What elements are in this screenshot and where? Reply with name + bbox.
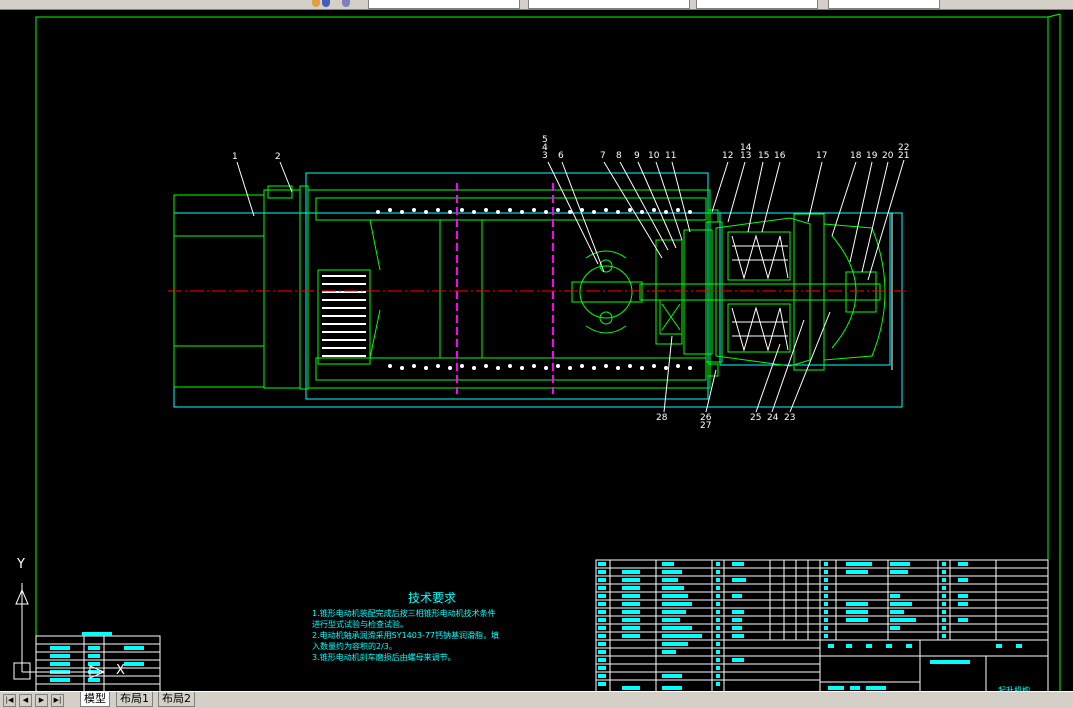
lineweight-dropdown[interactable]	[828, 0, 940, 9]
part-label: 6	[558, 151, 564, 161]
drum-body	[307, 189, 711, 389]
part-label: 1	[232, 152, 238, 162]
part-label: 12	[722, 151, 734, 161]
part-label: 11	[665, 151, 677, 161]
tech-requirement-line: 1.锥形电动机装配完成后按三相锥形电动机技术条件	[312, 609, 496, 618]
ucs-y-label: Y	[17, 557, 25, 572]
coupling	[571, 250, 643, 334]
part-label: 15	[758, 151, 770, 161]
section-planes	[456, 183, 554, 394]
part-label: 20	[882, 151, 894, 161]
linetype-dropdown[interactable]	[696, 0, 818, 9]
toolbar-icon[interactable]	[342, 0, 350, 7]
part-label: 9	[634, 151, 640, 161]
part-label: 17	[816, 151, 828, 161]
tech-requirement-line: 进行型式试验与检查试验。	[312, 620, 408, 629]
color-dropdown[interactable]	[528, 0, 690, 9]
tab-layout1[interactable]: 布局1	[116, 692, 153, 707]
drawing-canvas[interactable]: 1 2 5 4 3 6 7 8 9 10 11 12 14 13 15 16 1…	[0, 9, 1073, 695]
toolbar-icon[interactable]	[312, 0, 320, 7]
technical-requirements: 技术要求 1.锥形电动机装配完成后按三相锥形电动机技术条件 进行型式试验与检查试…	[312, 589, 552, 663]
part-label: 7	[600, 151, 606, 161]
part-label: 18	[850, 151, 862, 161]
tech-requirement-line: 2.电动机轴承润滑采用SY1403-77钙钠基润滑脂，填	[312, 631, 500, 640]
part-label: 16	[774, 151, 786, 161]
tech-requirements-title: 技术要求	[407, 591, 456, 605]
rope-grooves	[376, 208, 692, 370]
part-label: 2	[275, 152, 281, 162]
tech-requirement-line: 入数量约为容积的2/3。	[312, 642, 397, 651]
tab-layout2[interactable]: 布局2	[158, 692, 195, 707]
parts-list-entries	[598, 562, 1022, 690]
first-tab-button[interactable]: |◀	[3, 694, 16, 707]
layer-dropdown[interactable]	[368, 0, 520, 9]
layout-tabs-bar: |◀ ◀ ▶ ▶| 模型 布局1 布局2	[0, 691, 1073, 708]
part-label: 21	[898, 151, 910, 161]
part-label: 19	[866, 151, 878, 161]
motor-outline	[719, 212, 891, 366]
last-tab-button[interactable]: ▶|	[51, 694, 64, 707]
ucs-x-label: X	[116, 663, 125, 678]
part-label: 10	[648, 151, 660, 161]
part-label: 25	[750, 413, 762, 423]
drum-outline	[305, 172, 709, 400]
prev-tab-button[interactable]: ◀	[19, 694, 32, 707]
overall-outline	[173, 212, 903, 408]
rope-coil	[322, 275, 366, 357]
conical-motor	[715, 213, 886, 371]
tech-requirement-line: 3.锥形电动机刹车磨损后由螺母来调节。	[312, 653, 456, 662]
part-label: 8	[616, 151, 622, 161]
toolbar-icon[interactable]	[322, 0, 330, 7]
part-label: 13	[740, 151, 752, 161]
next-tab-button[interactable]: ▶	[35, 694, 48, 707]
part-label: 27	[700, 421, 712, 431]
part-label: 3	[542, 151, 548, 161]
left-housing	[173, 185, 309, 390]
tab-model[interactable]: 模型	[80, 692, 110, 707]
part-label: 28	[656, 413, 668, 423]
part-label: 23	[784, 413, 796, 423]
part-label: 24	[767, 413, 779, 423]
stator-windings	[731, 234, 789, 352]
shaft-assembly	[639, 209, 881, 377]
